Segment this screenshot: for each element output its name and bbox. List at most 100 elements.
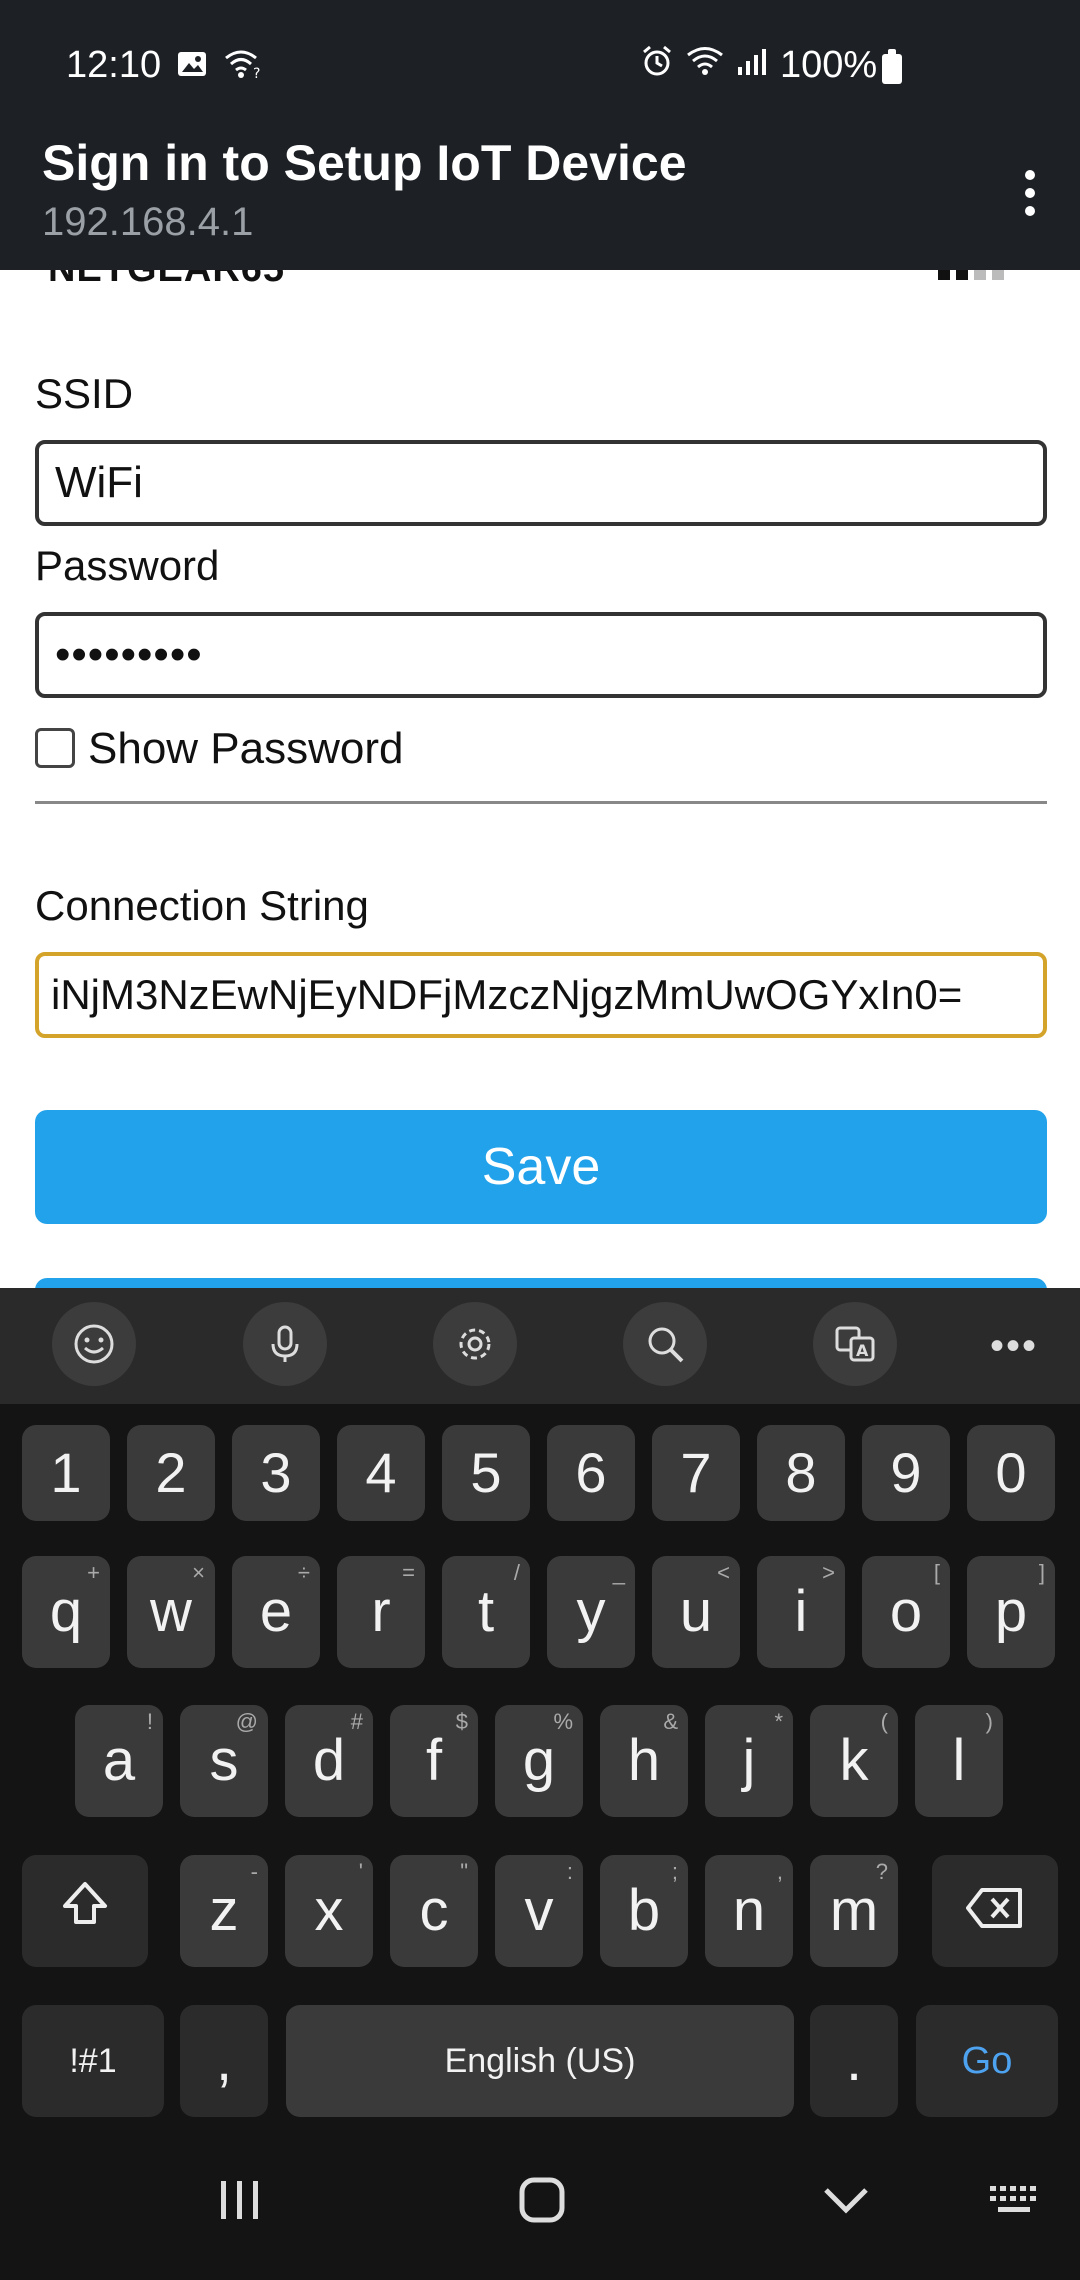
- key-j[interactable]: j *: [705, 1705, 793, 1817]
- key-6[interactable]: 6: [547, 1425, 635, 1521]
- key-a-label: a: [102, 1728, 136, 1793]
- cell-signal-icon: [738, 49, 766, 75]
- key-s[interactable]: s @: [180, 1705, 268, 1817]
- key-n[interactable]: n,: [705, 1855, 793, 1967]
- emoji-icon[interactable]: [52, 1302, 136, 1386]
- key-p-hint: ]: [1038, 1560, 1045, 1585]
- key-b-hint: ;: [671, 1859, 678, 1884]
- shift-key[interactable]: [22, 1855, 148, 1967]
- key-f[interactable]: f $: [390, 1705, 478, 1817]
- key-f-label: f: [425, 1728, 443, 1793]
- save-button[interactable]: Save: [35, 1110, 1047, 1224]
- more-options-icon[interactable]: [1020, 162, 1040, 242]
- key-j-hint: *: [774, 1709, 783, 1734]
- status-time: 12:10: [66, 44, 162, 86]
- key-r[interactable]: r =: [337, 1556, 425, 1668]
- key-x[interactable]: x ': [285, 1855, 373, 1967]
- search-icon[interactable]: [623, 1302, 707, 1386]
- key-m[interactable]: m?: [810, 1855, 898, 1967]
- key-s-label: s: [209, 1728, 239, 1793]
- home-icon[interactable]: [512, 2170, 572, 2230]
- comma-key[interactable]: ,: [180, 2005, 268, 2117]
- key-u[interactable]: u <: [652, 1556, 740, 1668]
- key-c-label: c: [419, 1878, 449, 1943]
- translate-icon[interactable]: A: [813, 1302, 897, 1386]
- key-e[interactable]: e ÷: [232, 1556, 320, 1668]
- key-q[interactable]: q +: [22, 1556, 110, 1668]
- signal-strength-icon: [938, 270, 1022, 280]
- system-icons: [640, 44, 768, 78]
- key-4[interactable]: 4: [337, 1425, 425, 1521]
- navigation-bar: [0, 2130, 1080, 2280]
- recent-apps-icon[interactable]: [210, 2170, 270, 2230]
- key-k[interactable]: k(: [810, 1705, 898, 1817]
- next-button-cut[interactable]: [35, 1278, 1047, 1288]
- key-w[interactable]: w ×: [127, 1556, 215, 1668]
- key-5[interactable]: 5: [442, 1425, 530, 1521]
- key-h[interactable]: h &: [600, 1705, 688, 1817]
- settings-gear-icon[interactable]: [433, 1302, 517, 1386]
- key-w-label: w: [150, 1579, 192, 1644]
- key-p[interactable]: p]: [967, 1556, 1055, 1668]
- key-u-label: u: [679, 1579, 713, 1644]
- wifi-icon: [687, 47, 723, 75]
- key-o-label: o: [889, 1579, 923, 1644]
- key-z-hint: -: [250, 1859, 258, 1884]
- key-8[interactable]: 8: [757, 1425, 845, 1521]
- key-1[interactable]: 1: [22, 1425, 110, 1521]
- key-7[interactable]: 7: [652, 1425, 740, 1521]
- page-title: Sign in to Setup IoT Device: [42, 135, 687, 191]
- key-v[interactable]: v:: [495, 1855, 583, 1967]
- key-d-label: d: [312, 1728, 346, 1793]
- more-icon[interactable]: •••: [990, 1324, 1038, 1369]
- connection-string-input[interactable]: iNjM3NzEwNjEyNDFjMzczNjgzMmUwOGYxIn0=: [35, 952, 1047, 1038]
- status-bar: 12:10 ? 100%: [0, 0, 1080, 128]
- microphone-icon[interactable]: [243, 1302, 327, 1386]
- keyboard-toolbar: A •••: [0, 1288, 1080, 1404]
- hide-keyboard-chevron-icon[interactable]: [816, 2170, 876, 2230]
- key-c[interactable]: c ": [390, 1855, 478, 1967]
- key-1-label: 1: [50, 1441, 82, 1504]
- period-key[interactable]: .: [810, 2005, 898, 2117]
- key-o[interactable]: o[: [862, 1556, 950, 1668]
- key-k-label: k: [839, 1728, 869, 1793]
- password-input[interactable]: •••••••••: [35, 612, 1047, 698]
- key-z[interactable]: z-: [180, 1855, 268, 1967]
- key-h-hint: &: [663, 1709, 678, 1734]
- go-key[interactable]: Go: [916, 2005, 1058, 2117]
- show-password-checkbox[interactable]: [35, 728, 75, 768]
- keyboard-switch-icon[interactable]: [986, 2170, 1046, 2230]
- key-u-hint: <: [717, 1560, 730, 1585]
- key-j-label: j: [742, 1728, 756, 1793]
- key-0[interactable]: 0: [967, 1425, 1055, 1521]
- key-e-label: e: [259, 1579, 293, 1644]
- key-d[interactable]: d #: [285, 1705, 373, 1817]
- battery-percent: 100%: [780, 44, 878, 86]
- key-a-hint: !: [146, 1709, 153, 1734]
- key-m-label: m: [829, 1878, 879, 1943]
- key-m-hint: ?: [875, 1859, 888, 1884]
- key-b[interactable]: b;: [600, 1855, 688, 1967]
- show-password-label[interactable]: Show Password: [88, 724, 403, 774]
- wifi-question-icon: ?: [225, 50, 260, 80]
- key-g[interactable]: g%: [495, 1705, 583, 1817]
- backspace-key[interactable]: [932, 1855, 1058, 1967]
- key-f-hint: $: [455, 1709, 468, 1734]
- key-i[interactable]: i >: [757, 1556, 845, 1668]
- key-l[interactable]: l): [915, 1705, 1003, 1817]
- key-t[interactable]: t /: [442, 1556, 530, 1668]
- ssid-input[interactable]: WiFi: [35, 440, 1047, 526]
- key-2[interactable]: 2: [127, 1425, 215, 1521]
- space-key[interactable]: English (US): [286, 2005, 794, 2117]
- key-i-label: i: [794, 1579, 808, 1644]
- section-divider: [35, 801, 1047, 804]
- key-9[interactable]: 9: [862, 1425, 950, 1521]
- key-2-label: 2: [155, 1441, 187, 1504]
- notification-icons: ?: [176, 48, 262, 80]
- key-y[interactable]: y _: [547, 1556, 635, 1668]
- network-list-item-cut[interactable]: NETGEAR65: [48, 270, 285, 291]
- symbols-key[interactable]: !#1: [22, 2005, 164, 2117]
- key-3[interactable]: 3: [232, 1425, 320, 1521]
- key-a[interactable]: a!: [75, 1705, 163, 1817]
- key-q-hint: +: [87, 1560, 100, 1585]
